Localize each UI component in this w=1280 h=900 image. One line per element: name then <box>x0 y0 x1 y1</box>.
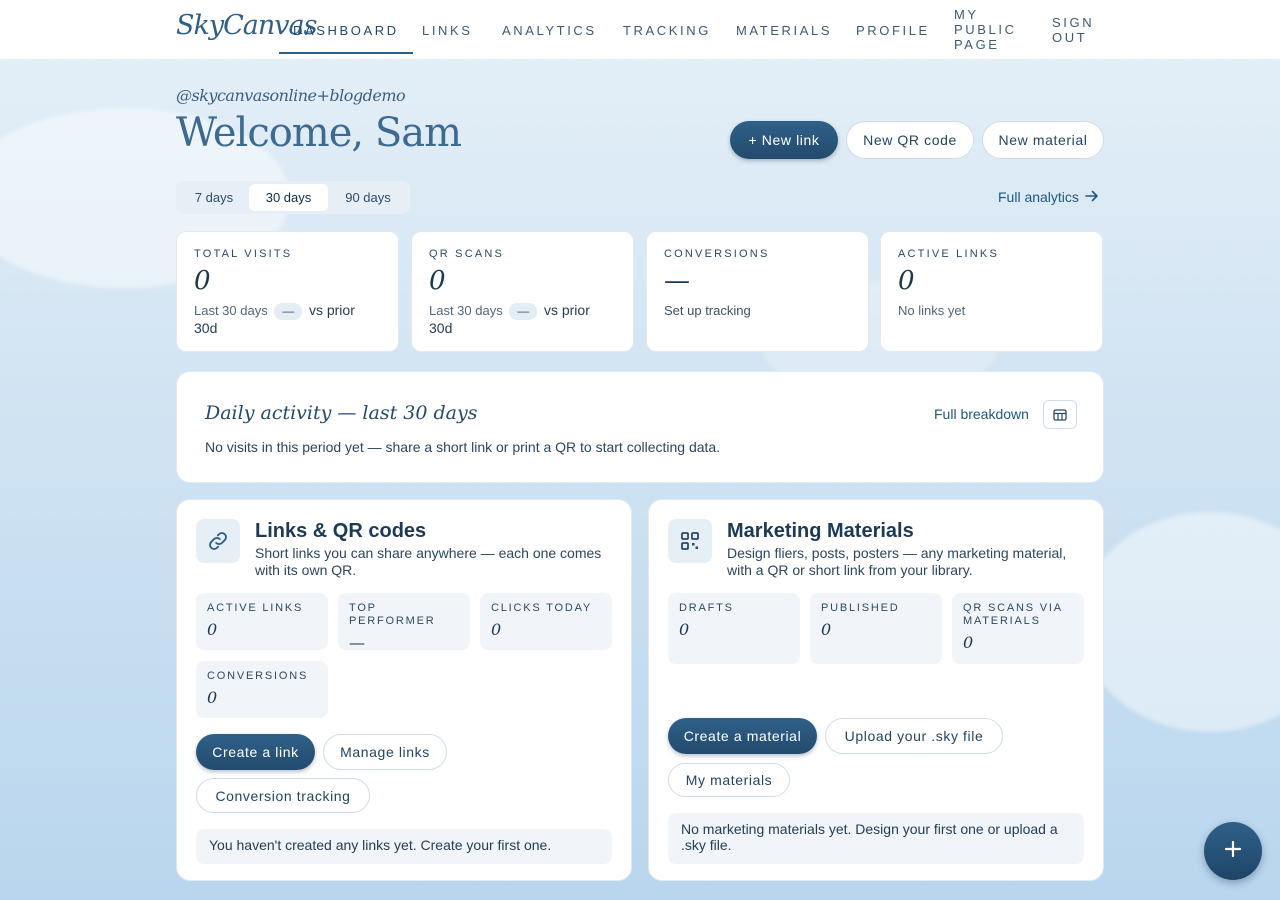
nav-public-page-line: PUBLIC <box>954 22 1017 37</box>
tile-label: QR SCANS VIA MATERIALS <box>963 602 1063 627</box>
nav-dashboard[interactable]: DASHBOARD <box>279 0 413 60</box>
tile-label: ACTIVE LINKS <box>207 602 304 614</box>
nav-materials[interactable]: MATERIALS <box>736 0 832 60</box>
tile-top-performer: TOP PERFORMER — <box>338 593 470 652</box>
stat-value: — <box>664 266 690 296</box>
nav-public-page[interactable]: MY PUBLIC PAGE <box>954 0 1017 60</box>
tile-drafts: DRAFTS 0 <box>668 593 800 664</box>
nav-analytics[interactable]: ANALYTICS <box>502 0 597 60</box>
links-qr-panel: Links & QR codes Short links you can sha… <box>176 499 632 881</box>
stat-compare-period: 30d <box>194 320 218 336</box>
materials-empty-note: No marketing materials yet. Design your … <box>668 813 1084 864</box>
stat-label: QR SCANS <box>429 248 505 260</box>
tile-label: DRAFTS <box>679 602 734 614</box>
period-selector: 7 days 30 days 90 days <box>176 181 410 214</box>
nav-sign-out-line: OUT <box>1052 30 1088 45</box>
my-materials-button[interactable]: My materials <box>668 763 790 797</box>
panel-title: Links & QR codes <box>255 520 427 542</box>
new-material-button[interactable]: New material <box>982 121 1104 159</box>
manage-links-button[interactable]: Manage links <box>323 734 447 770</box>
stat-sub: Last 30 days — vs prior 30d <box>429 302 616 337</box>
set-up-tracking-link[interactable]: Set up tracking <box>664 302 851 319</box>
period-7-days[interactable]: 7 days <box>180 184 248 211</box>
tile-clicks-today: CLICKS TODAY 0 <box>480 593 612 650</box>
stat-value: 0 <box>429 266 446 296</box>
quick-add-button[interactable] <box>1204 822 1262 880</box>
period-90-days[interactable]: 90 days <box>329 184 407 211</box>
full-analytics-label: Full analytics <box>998 189 1079 205</box>
tile-value: 0 <box>821 620 832 639</box>
stat-label: ACTIVE LINKS <box>898 248 999 260</box>
marketing-materials-panel: Marketing Materials Design fliers, posts… <box>648 499 1104 881</box>
panel-title: Marketing Materials <box>727 520 914 542</box>
table-icon[interactable] <box>1043 400 1077 429</box>
full-breakdown-link[interactable]: Full breakdown <box>934 406 1029 422</box>
new-link-button[interactable]: + New link <box>730 121 838 159</box>
tile-label: CLICKS TODAY <box>491 602 593 614</box>
tile-label: PUBLISHED <box>821 602 900 614</box>
stat-card-active-links: ACTIVE LINKS 0 No links yet <box>880 231 1103 352</box>
tile-label: CONVERSIONS <box>207 670 309 682</box>
tile-conversions: CONVERSIONS 0 <box>196 661 328 718</box>
tile-value: 0 <box>963 633 974 652</box>
background-cloud <box>1080 512 1280 732</box>
panel-description: Design fliers, posts, posters — any mark… <box>727 545 1067 578</box>
stat-sub: No links yet <box>898 303 966 318</box>
tile-published: PUBLISHED 0 <box>810 593 942 664</box>
daily-activity-card: Daily activity — last 30 days No visits … <box>176 371 1104 483</box>
tile-label: TOP PERFORMER <box>349 602 436 627</box>
activity-empty-message: No visits in this period yet — share a s… <box>205 439 721 455</box>
qr-grid-icon <box>668 519 712 563</box>
conversion-tracking-button[interactable]: Conversion tracking <box>196 778 370 813</box>
stat-delta-pill: — <box>274 303 303 320</box>
tile-value: — <box>349 633 365 652</box>
stat-period: Last 30 days <box>429 303 503 318</box>
panel-description: Short links you can share anywhere — eac… <box>255 545 602 578</box>
upload-sky-file-button[interactable]: Upload your .sky file <box>825 718 1003 754</box>
nav-profile[interactable]: PROFILE <box>856 0 930 60</box>
stat-sub: Last 30 days — vs prior 30d <box>194 302 381 337</box>
nav-links[interactable]: LINKS <box>422 0 473 60</box>
stat-card-total-visits: TOTAL VISITS 0 Last 30 days — vs prior 3… <box>176 231 399 352</box>
tile-value: 0 <box>491 620 502 639</box>
stat-delta-pill: — <box>509 303 538 320</box>
top-nav: SkyCanvas DASHBOARD LINKS ANALYTICS TRAC… <box>0 0 1280 60</box>
stat-card-qr-scans: QR SCANS 0 Last 30 days — vs prior 30d <box>411 231 634 352</box>
stat-value: 0 <box>194 266 211 296</box>
activity-title: Daily activity — last 30 days <box>205 402 478 424</box>
stat-compare: vs prior <box>308 302 355 318</box>
create-material-button[interactable]: Create a material <box>668 718 817 754</box>
tile-qr-scans-via-materials: QR SCANS VIA MATERIALS 0 <box>952 593 1084 664</box>
tile-value: 0 <box>207 620 218 639</box>
links-empty-note: You haven't created any links yet. Creat… <box>196 829 612 864</box>
link-icon <box>196 519 240 563</box>
stat-label: CONVERSIONS <box>664 248 770 260</box>
new-qr-code-button[interactable]: New QR code <box>846 121 974 159</box>
stat-card-conversions: CONVERSIONS — Set up tracking <box>646 231 869 352</box>
welcome-title: Welcome, Sam <box>176 110 462 156</box>
stat-value: 0 <box>898 266 915 296</box>
create-link-button[interactable]: Create a link <box>196 734 315 770</box>
stat-label: TOTAL VISITS <box>194 248 293 260</box>
stat-compare-period: 30d <box>429 320 453 336</box>
stat-period: Last 30 days <box>194 303 268 318</box>
arrow-right-icon <box>1085 189 1099 205</box>
nav-tracking[interactable]: TRACKING <box>623 0 711 60</box>
tile-active-links: ACTIVE LINKS 0 <box>196 593 328 650</box>
account-handle: @skycanvasonline+blogdemo <box>176 86 406 105</box>
nav-public-page-line: MY <box>954 7 979 22</box>
tile-value: 0 <box>679 620 690 639</box>
period-30-days[interactable]: 30 days <box>249 184 328 211</box>
nav-public-page-line: PAGE <box>954 37 1000 52</box>
tile-value: 0 <box>207 688 218 707</box>
stat-compare: vs prior <box>543 302 590 318</box>
full-analytics-link[interactable]: Full analytics <box>998 189 1099 205</box>
plus-icon <box>1224 840 1242 863</box>
nav-sign-out[interactable]: SIGN OUT <box>1052 0 1094 60</box>
nav-sign-out-line: SIGN <box>1052 15 1095 30</box>
